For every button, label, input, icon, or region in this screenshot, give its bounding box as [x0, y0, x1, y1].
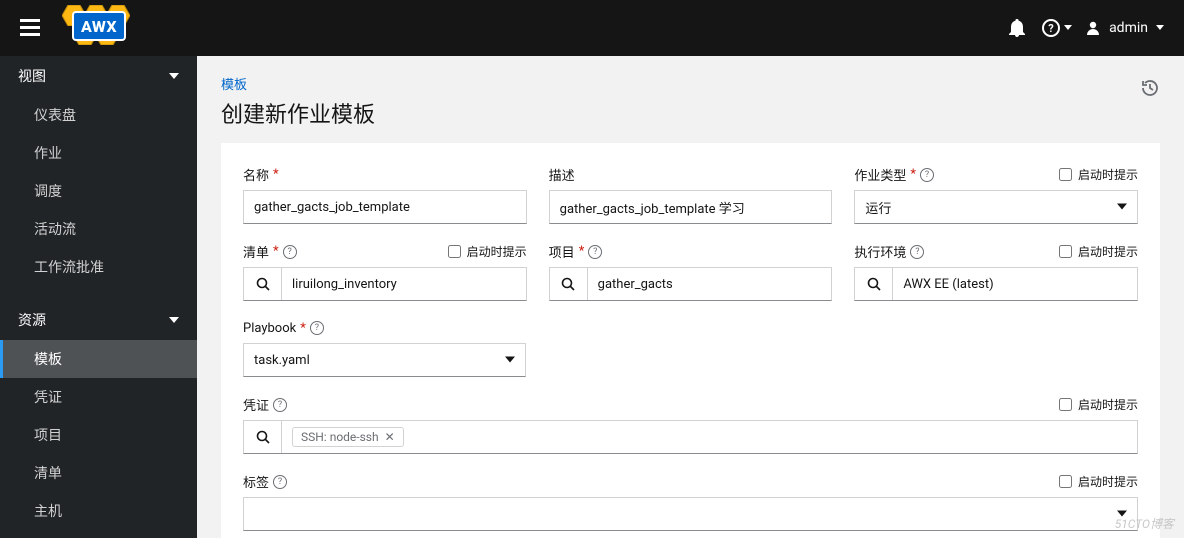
hamburger-menu-icon[interactable]: [20, 19, 40, 37]
execution-env-lookup[interactable]: AWX EE (latest): [854, 267, 1138, 301]
user-icon: [1085, 20, 1101, 36]
logo-text: AWX: [72, 11, 126, 41]
label-inventory: 清单*?: [243, 242, 297, 261]
username-label: admin: [1109, 20, 1148, 36]
app-logo[interactable]: AWX: [62, 5, 152, 51]
inventory-lookup[interactable]: liruilong_inventory: [243, 267, 527, 301]
label-project: 项目*?: [549, 242, 603, 261]
topbar: AWX ? admin: [0, 0, 1184, 56]
sidebar-group-resources[interactable]: 资源: [0, 300, 197, 340]
sidebar-item-templates[interactable]: 模板: [0, 340, 197, 378]
help-icon[interactable]: ?: [1037, 19, 1077, 37]
watermark: 51CTO博客: [1115, 515, 1174, 532]
notifications-icon[interactable]: [997, 19, 1037, 37]
label-description: 描述: [549, 165, 575, 184]
help-icon[interactable]: ?: [588, 245, 602, 259]
close-icon[interactable]: ✕: [385, 430, 395, 444]
history-icon[interactable]: [1140, 74, 1160, 102]
chevron-down-icon: [505, 357, 515, 364]
sidebar-item-wf-approvals[interactable]: 工作流批准: [0, 248, 197, 286]
sidebar: 视图 仪表盘 作业 调度 活动流 工作流批准 资源 模板 凭证 项目 清单 主机…: [0, 56, 197, 538]
prompt-labels[interactable]: 启动时提示: [1059, 473, 1138, 490]
help-icon[interactable]: ?: [283, 245, 297, 259]
help-icon[interactable]: ?: [920, 168, 934, 182]
prompt-job-type[interactable]: 启动时提示: [1059, 166, 1138, 183]
prompt-execution-env[interactable]: 启动时提示: [1059, 243, 1138, 260]
sidebar-item-hosts[interactable]: 主机: [0, 492, 197, 530]
page-title: 创建新作业模板: [221, 97, 375, 129]
prompt-inventory[interactable]: 启动时提示: [448, 243, 527, 260]
chevron-down-icon: [169, 73, 179, 80]
sidebar-item-dashboard[interactable]: 仪表盘: [0, 96, 197, 134]
sidebar-item-jobs[interactable]: 作业: [0, 134, 197, 172]
search-icon[interactable]: [855, 268, 893, 300]
user-menu[interactable]: admin: [1085, 20, 1164, 36]
playbook-select[interactable]: task.yaml: [243, 343, 526, 377]
job-type-select[interactable]: 运行: [854, 190, 1138, 224]
project-lookup[interactable]: gather_gacts: [549, 267, 833, 301]
search-icon[interactable]: [550, 268, 588, 300]
label-execution-env: 执行环境?: [854, 242, 924, 261]
label-credentials: 凭证?: [243, 395, 287, 414]
credentials-lookup[interactable]: SSH: node-ssh✕: [243, 420, 1138, 454]
help-icon[interactable]: ?: [910, 245, 924, 259]
label-name: 名称*: [243, 165, 279, 184]
sidebar-item-inventories[interactable]: 清单: [0, 454, 197, 492]
sidebar-group-view[interactable]: 视图: [0, 56, 197, 96]
svg-text:?: ?: [1048, 22, 1054, 35]
sidebar-item-schedules[interactable]: 调度: [0, 172, 197, 210]
help-icon[interactable]: ?: [310, 321, 324, 335]
label-labels: 标签?: [243, 472, 287, 491]
description-input[interactable]: [549, 190, 833, 224]
label-job-type: 作业类型*?: [854, 165, 934, 184]
labels-select[interactable]: [243, 497, 1138, 531]
name-input[interactable]: [243, 190, 527, 224]
sidebar-item-credentials[interactable]: 凭证: [0, 378, 197, 416]
form-card: 名称* 描述 作业类型*? 启动时提示 运行: [221, 143, 1160, 538]
prompt-credentials[interactable]: 启动时提示: [1059, 396, 1138, 413]
help-icon[interactable]: ?: [273, 475, 287, 489]
chevron-down-icon: [169, 317, 179, 324]
main-content: 模板 创建新作业模板 名称* 描述: [197, 56, 1184, 538]
credential-chip[interactable]: SSH: node-ssh✕: [292, 427, 404, 447]
sidebar-item-projects[interactable]: 项目: [0, 416, 197, 454]
chevron-down-icon: [1156, 25, 1164, 31]
help-icon[interactable]: ?: [273, 398, 287, 412]
search-icon[interactable]: [244, 421, 282, 453]
breadcrumb[interactable]: 模板: [221, 74, 375, 93]
chevron-down-icon: [1117, 204, 1127, 211]
search-icon[interactable]: [244, 268, 282, 300]
label-playbook: Playbook*?: [243, 321, 324, 336]
sidebar-item-activity[interactable]: 活动流: [0, 210, 197, 248]
